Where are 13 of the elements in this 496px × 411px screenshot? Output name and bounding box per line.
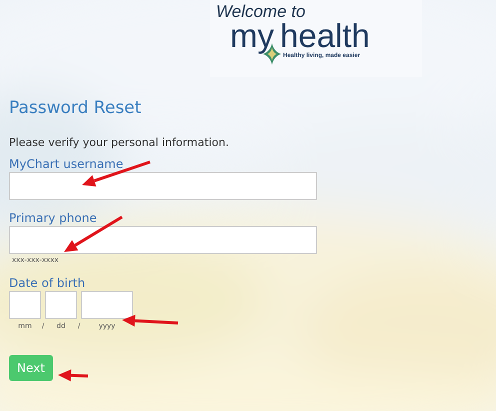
brand-text: health bbox=[280, 21, 370, 51]
field-label: Primary phone bbox=[9, 210, 97, 226]
next-button[interactable]: Next bbox=[9, 355, 53, 381]
input-field[interactable] bbox=[9, 226, 317, 254]
page-title: Password Reset bbox=[9, 97, 142, 120]
field-label: Date of birth bbox=[9, 275, 86, 291]
date-input-field[interactable] bbox=[45, 291, 77, 319]
date-input-field[interactable] bbox=[9, 291, 41, 319]
welcome-text: Welcome to bbox=[216, 3, 306, 21]
instruction-text: Please verify your personal information. bbox=[9, 136, 230, 150]
date-input-field[interactable] bbox=[81, 291, 133, 319]
field-label: MyChart username bbox=[9, 156, 124, 172]
input-field[interactable] bbox=[9, 172, 317, 200]
